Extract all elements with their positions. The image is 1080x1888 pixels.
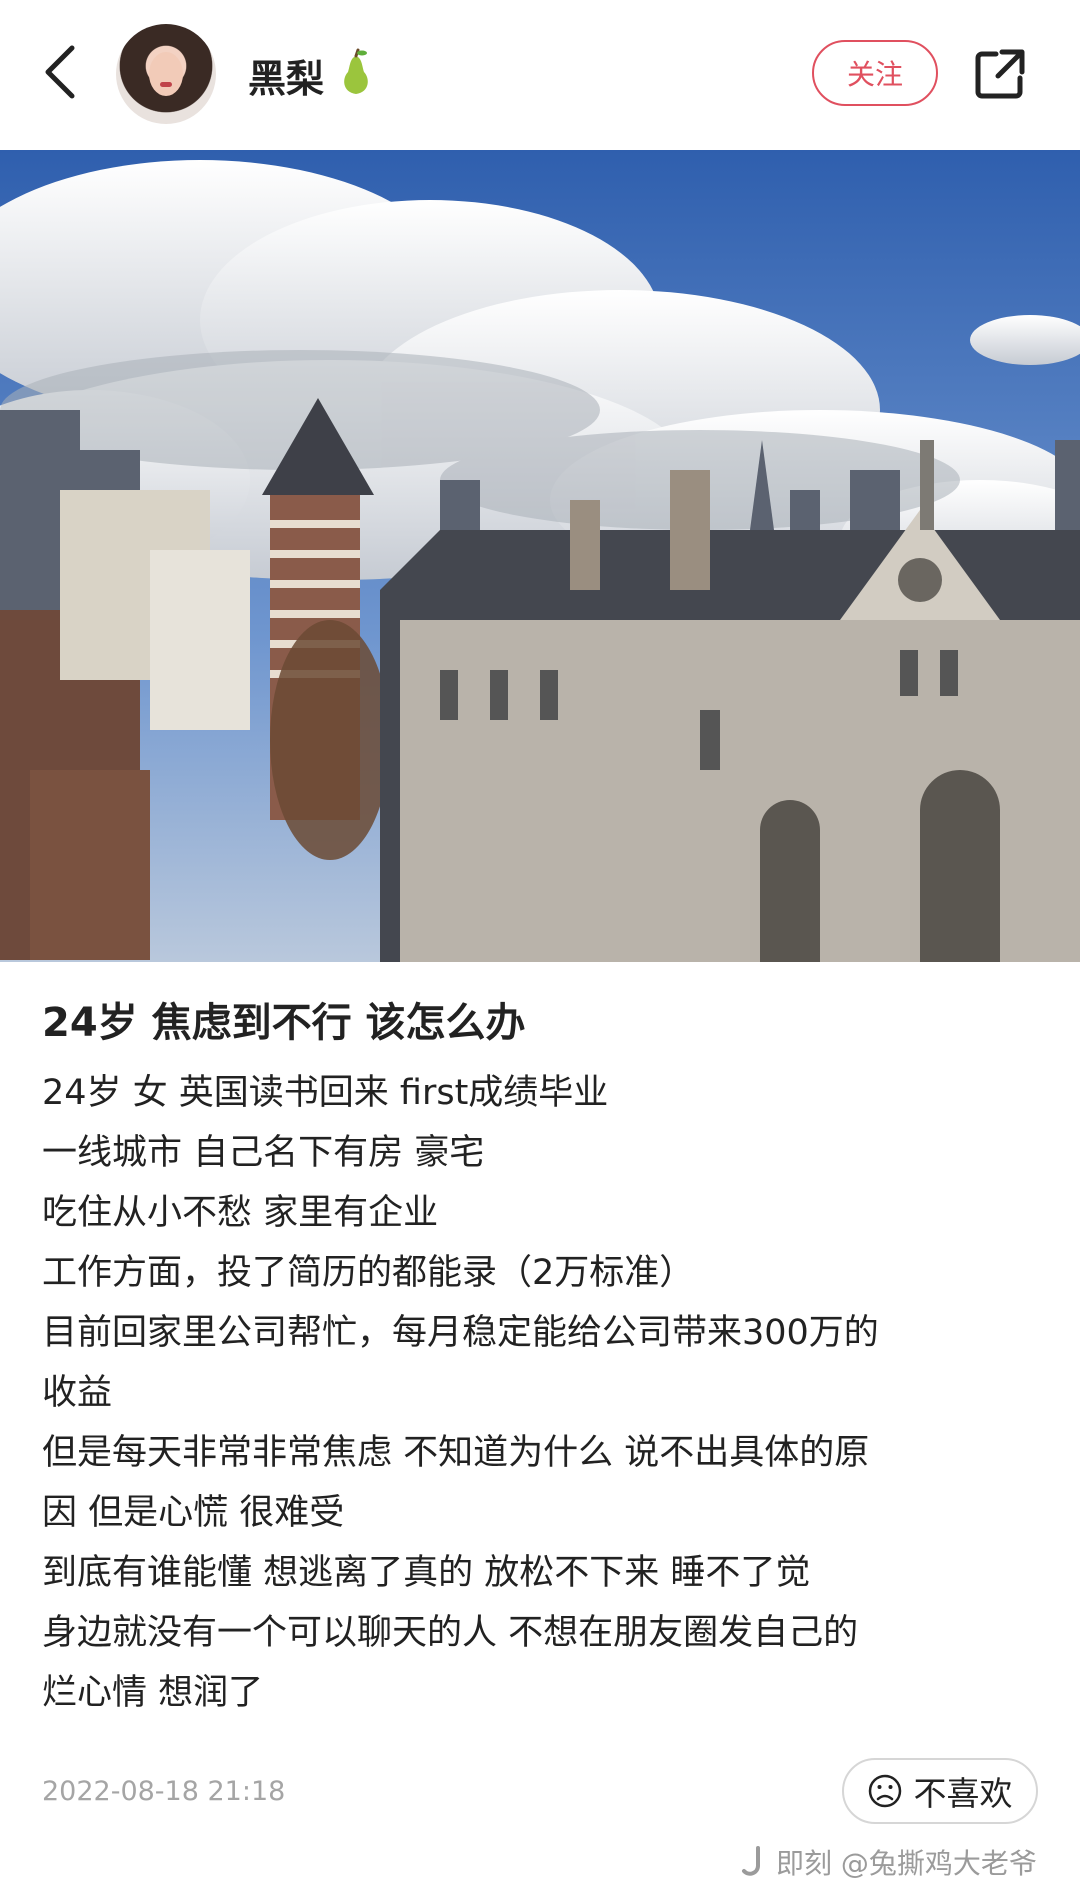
dislike-label: 不喜欢 <box>913 1774 1013 1813</box>
share-icon[interactable] <box>972 46 1028 102</box>
pear-icon <box>344 48 368 94</box>
follow-button[interactable]: 关注 <box>812 40 938 106</box>
body-line: 烂心情 想润了 <box>42 1673 264 1713</box>
jike-logo-icon <box>742 1846 760 1876</box>
post-body: 24岁 女 英国读书回来 first成绩毕业 一线城市 自己名下有房 豪宅 吃住… <box>42 1063 1042 1723</box>
top-bar: 黑梨 关注 <box>0 0 1080 150</box>
watermark-text: 即刻 @兔撕鸡大老爷 <box>776 1847 1037 1880</box>
body-line: 吃住从小不愁 家里有企业 <box>42 1193 439 1233</box>
username[interactable]: 黑梨 <box>248 48 324 103</box>
london-skyline-image <box>0 150 1080 962</box>
post-title: 24岁 焦虑到不行 该怎么办 <box>42 1000 526 1046</box>
body-line: 身边就没有一个可以聊天的人 不想在朋友圈发自己的 <box>42 1613 859 1653</box>
sad-face-icon <box>868 1774 901 1808</box>
post-date: 2022-08-18 21:18 <box>42 1776 286 1807</box>
body-line: 工作方面，投了简历的都能录（2万标准） <box>42 1253 695 1293</box>
body-line: 收益 <box>42 1373 113 1413</box>
body-line: 一线城市 自己名下有房 豪宅 <box>42 1133 485 1173</box>
body-line: 因 但是心慌 很难受 <box>42 1493 345 1533</box>
avatar[interactable] <box>116 24 216 124</box>
watermark: 即刻 @兔撕鸡大老爷 <box>740 1842 1037 1882</box>
chevron-left-icon[interactable] <box>36 42 86 102</box>
body-line: 目前回家里公司帮忙，每月稳定能给公司带来300万的 <box>42 1313 879 1353</box>
avatar-face <box>149 52 183 96</box>
post-photo[interactable] <box>0 150 1080 962</box>
dislike-button[interactable]: 不喜欢 <box>842 1758 1038 1824</box>
avatar-lips <box>160 82 172 87</box>
body-line: 到底有谁能懂 想逃离了真的 放松不下来 睡不了觉 <box>42 1553 811 1593</box>
body-line: 但是每天非常非常焦虑 不知道为什么 说不出具体的原 <box>42 1433 870 1473</box>
body-line: 24岁 女 英国读书回来 first成绩毕业 <box>42 1073 609 1113</box>
